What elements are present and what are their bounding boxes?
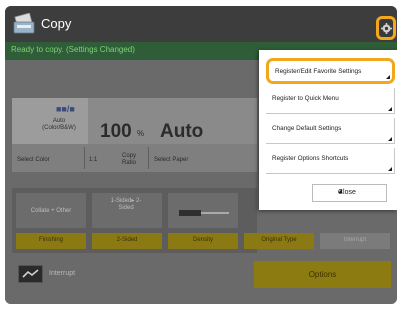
interrupt-label: Interrupt	[49, 270, 76, 277]
color-mode-label: Auto (Color/B&W)	[42, 118, 76, 131]
density-scale-icon	[179, 210, 229, 216]
copy-ratio-unit: %	[137, 129, 145, 138]
two-sided-button[interactable]: 2-Sided	[92, 233, 162, 249]
interrupt-icon	[22, 269, 39, 278]
copy-screen: Copy Ready to copy. (Settings Changed) ■…	[5, 6, 397, 304]
gear-icon	[381, 23, 392, 34]
settings-menu-button[interactable]	[376, 16, 396, 40]
copy-app-icon	[13, 13, 35, 34]
finishing-label: Finishing	[38, 237, 63, 243]
color-mode-icon: ■■/■	[56, 104, 75, 114]
menu-item-change-default[interactable]: Change Default Settings	[266, 118, 395, 144]
original-type-label: Original Type	[261, 237, 297, 243]
menu-item-label: Change Default Settings	[272, 125, 342, 132]
menu-item-register-edit-favorite[interactable]: Register/Edit Favorite Settings	[266, 58, 395, 84]
corner-arrow-icon	[338, 189, 342, 193]
paper-value: Auto	[160, 121, 204, 142]
finishing-button[interactable]: Finishing	[16, 233, 86, 249]
divider	[84, 147, 85, 169]
corner-arrow-icon	[386, 75, 390, 79]
density-label: Density	[192, 237, 213, 243]
copy-ratio-value: 100	[100, 121, 132, 142]
page-title: Copy	[41, 16, 72, 31]
options-label: Options	[308, 270, 337, 279]
disabled-button-label: Interrupt	[343, 237, 367, 243]
select-color-button[interactable]: Select Color	[17, 157, 50, 164]
select-paper-button[interactable]: Select Paper	[154, 157, 188, 164]
menu-item-label: Register Options Shortcuts	[272, 155, 349, 162]
original-type-button[interactable]: Original Type	[244, 233, 314, 249]
density-button[interactable]: Density	[168, 233, 238, 249]
status-message: Ready to copy. (Settings Changed)	[11, 45, 135, 54]
collate-tile-label: Collate + Other	[30, 208, 72, 214]
options-button[interactable]: Options	[254, 261, 391, 288]
menu-item-register-options-shortcuts[interactable]: Register Options Shortcuts	[266, 148, 395, 174]
close-button[interactable]: Close	[312, 184, 387, 202]
menu-item-register-quick-menu[interactable]: Register to Quick Menu	[266, 88, 395, 114]
interrupt-button[interactable]	[18, 265, 43, 283]
settings-dropdown-menu: Register/Edit Favorite Settings Register…	[259, 50, 397, 210]
ratio-preset-button[interactable]: 1:1	[89, 157, 97, 164]
menu-item-label: Register/Edit Favorite Settings	[275, 68, 362, 75]
two-sided-label: 2-Sided	[116, 237, 138, 243]
corner-arrow-icon	[388, 107, 392, 111]
two-sided-tile-label: 1-Sided▸ 2-Sided	[110, 198, 142, 211]
corner-arrow-icon	[388, 167, 392, 171]
copy-ratio-button[interactable]: Copy Ratio	[118, 153, 140, 167]
divider	[148, 147, 149, 169]
top-bar: Copy	[5, 6, 397, 42]
disabled-button: Interrupt	[320, 233, 390, 249]
corner-arrow-icon	[388, 137, 392, 141]
device-frame: Copy Ready to copy. (Settings Changed) ■…	[0, 0, 404, 309]
menu-item-label: Register to Quick Menu	[272, 95, 339, 102]
